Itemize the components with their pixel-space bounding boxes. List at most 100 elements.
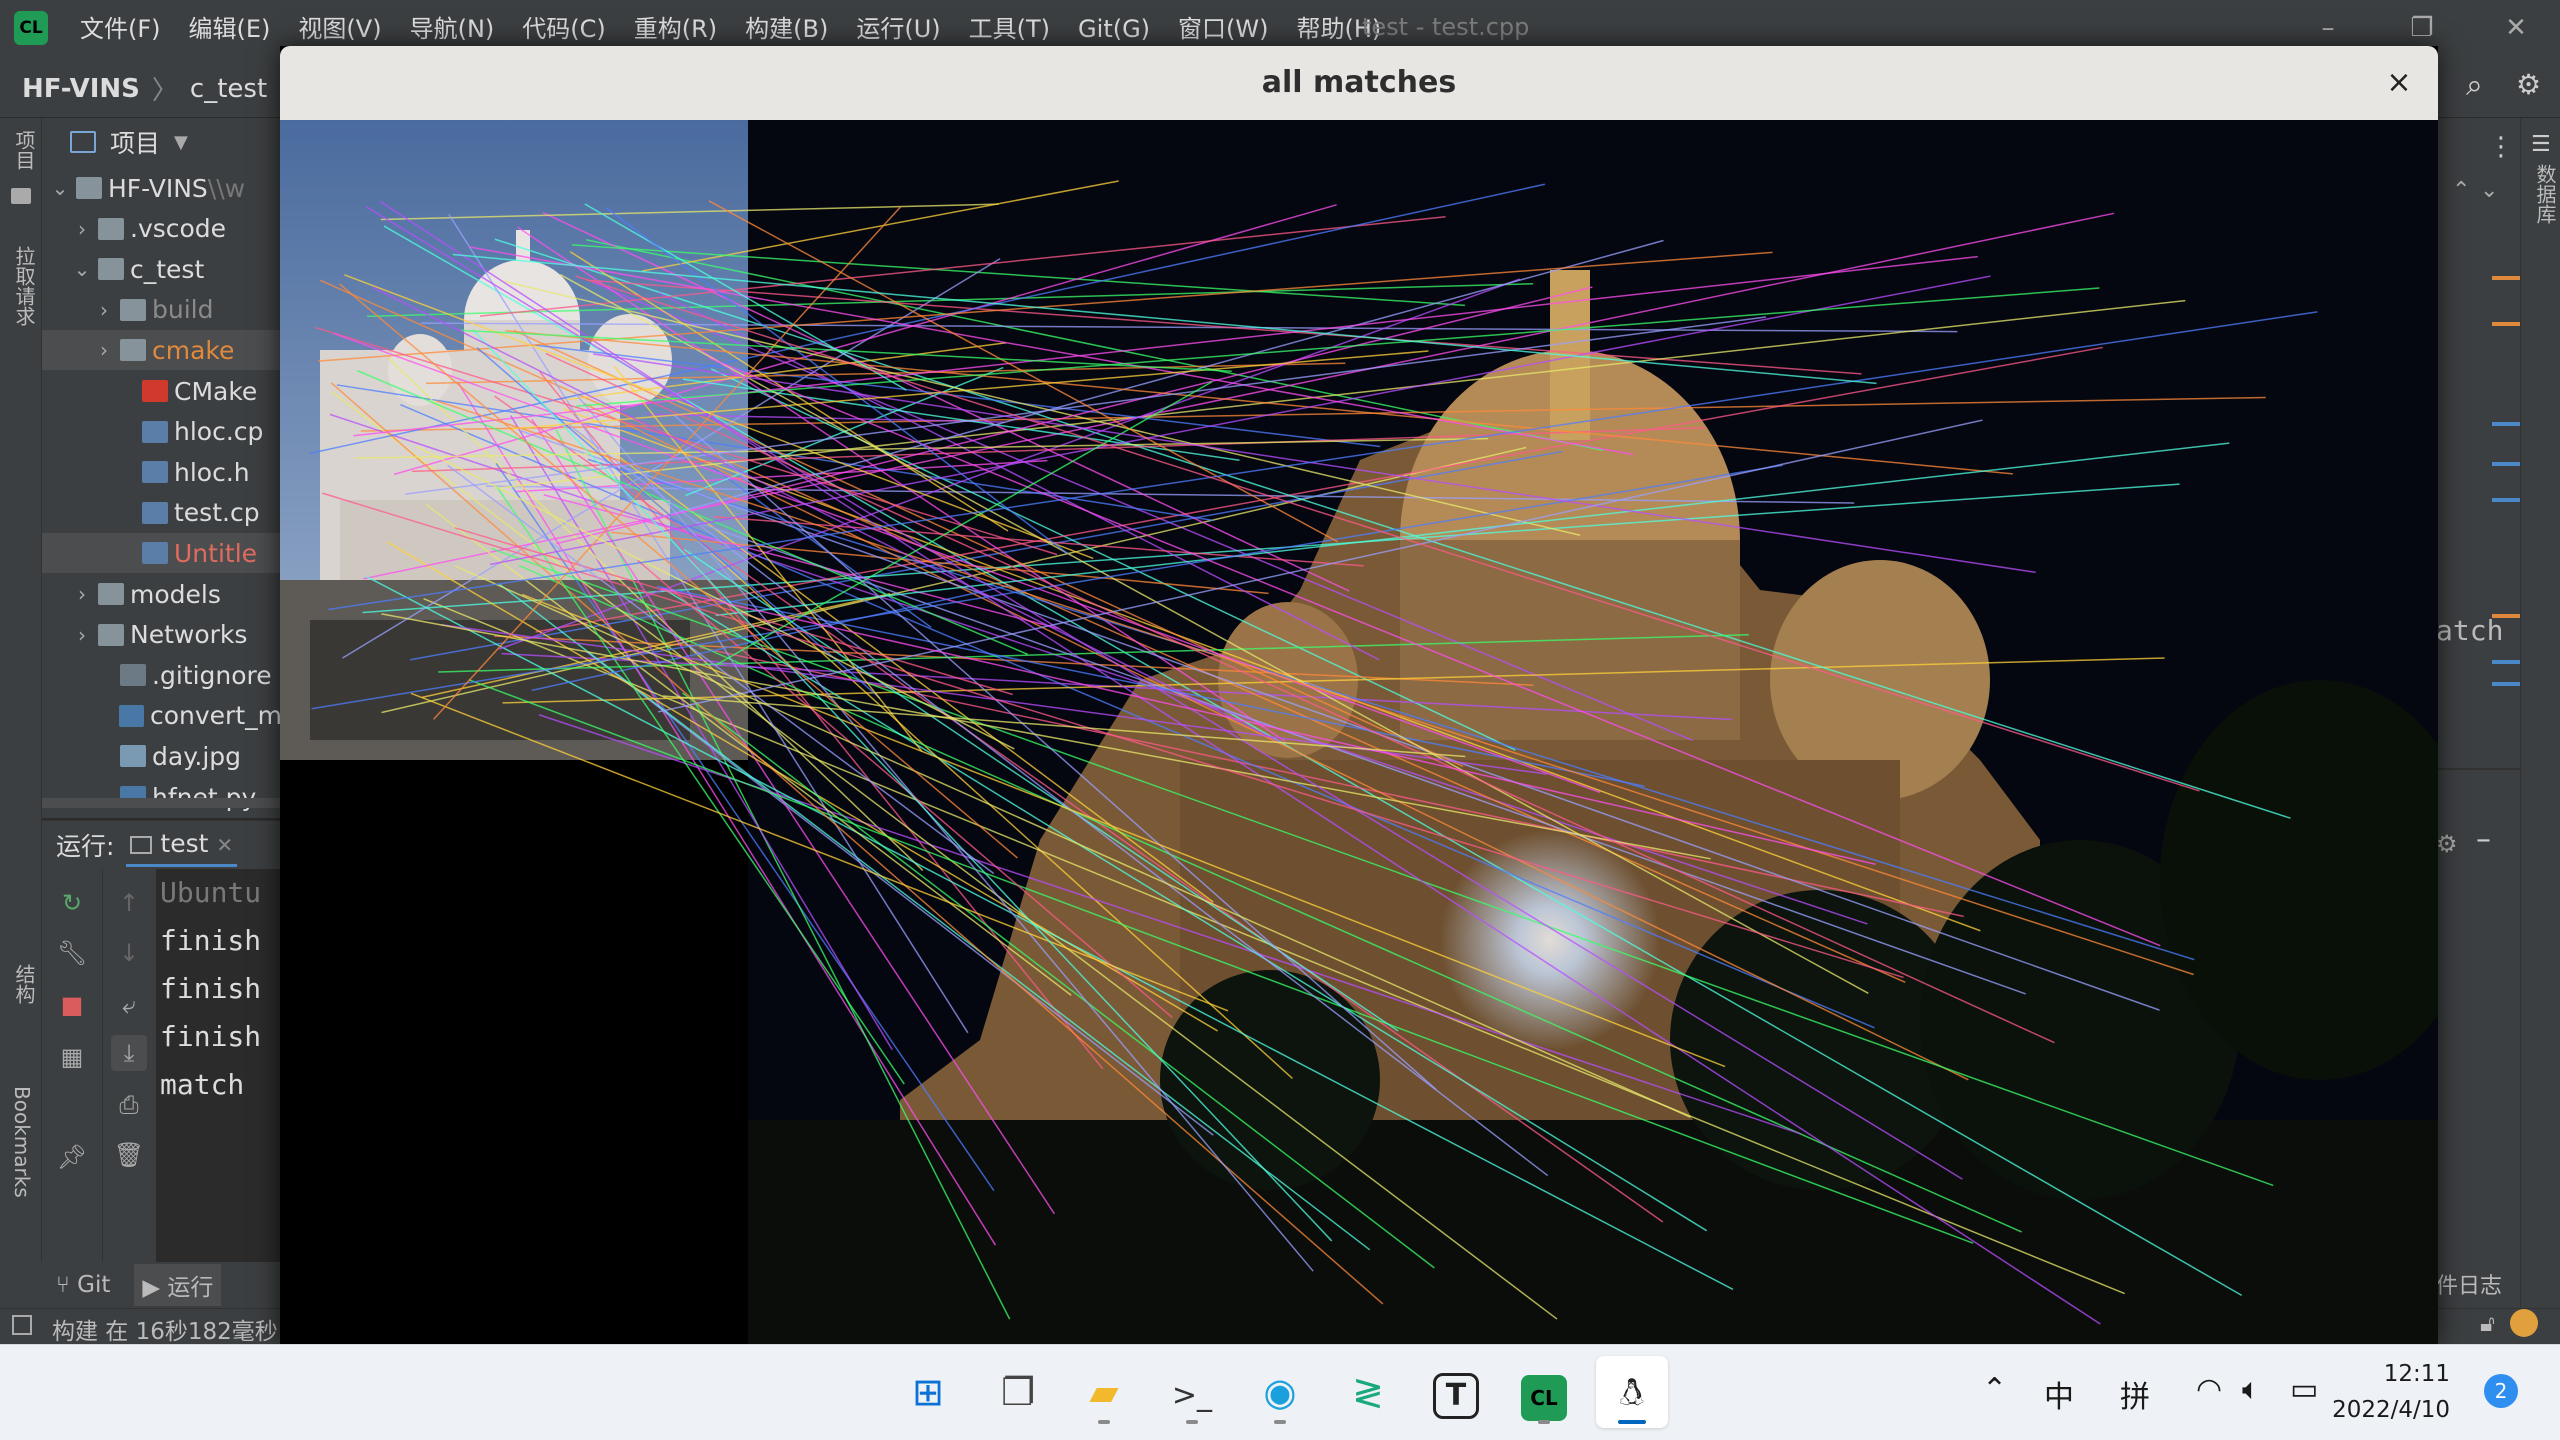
task-view-icon[interactable]: ❐ — [982, 1356, 1054, 1428]
terminal-icon[interactable]: >_ — [1156, 1356, 1228, 1428]
chevron-right-icon[interactable]: › — [94, 298, 114, 322]
chevron-right-icon[interactable]: › — [72, 623, 92, 647]
error-stripe-mark[interactable] — [2492, 498, 2520, 502]
project-panel-header[interactable]: 项目 ▼ — [42, 118, 282, 166]
tree-item[interactable]: Untitle — [42, 533, 282, 574]
more-options-icon[interactable]: ⋮ — [2488, 132, 2514, 162]
tool-bookmarks[interactable]: Bookmarks — [10, 1086, 34, 1198]
ime-mode-label[interactable]: 中 — [2044, 1372, 2074, 1416]
chevron-right-icon[interactable]: › — [72, 582, 92, 606]
notification-badge[interactable]: 2 — [2484, 1374, 2518, 1408]
chevron-right-icon[interactable]: › — [94, 338, 114, 362]
tool-pull-requests[interactable]: 拉取请求 — [10, 246, 39, 326]
arrow-up-icon[interactable]: ↑ — [111, 885, 147, 921]
menu-tools[interactable]: 工具(T) — [957, 12, 1062, 46]
clion-logo-icon[interactable]: CL — [14, 11, 48, 45]
wsl-linux-icon[interactable]: 🐧︎ — [1596, 1356, 1668, 1428]
menu-run[interactable]: 运行(U) — [844, 12, 952, 46]
menu-build[interactable]: 构建(B) — [733, 12, 840, 46]
tool-database[interactable]: 数据库 — [2531, 164, 2560, 224]
menu-edit[interactable]: 编辑(E) — [177, 12, 283, 46]
close-tab-icon[interactable]: ✕ — [216, 833, 233, 857]
clock[interactable]: 12:11 2022/4/10 — [2330, 1356, 2450, 1428]
wrench-icon[interactable]: 🔧︎ — [54, 935, 90, 971]
chevron-down-icon[interactable]: ⌄ — [50, 176, 70, 200]
chevron-down-icon[interactable]: ▼ — [174, 132, 188, 153]
scroll-to-end-icon[interactable]: ⤓ — [111, 1035, 147, 1071]
menu-refactor[interactable]: 重构(R) — [622, 12, 729, 46]
gear-icon[interactable]: ⚙ — [2516, 68, 2541, 101]
stop-icon[interactable]: ■ — [54, 987, 90, 1023]
tree-item[interactable]: › models — [42, 574, 282, 614]
ime-pinyin-label[interactable]: 拼 — [2120, 1372, 2150, 1416]
file-explorer-icon[interactable]: ▰ — [1068, 1356, 1140, 1428]
tree-item[interactable]: .gitignore — [42, 655, 282, 695]
dialog-title[interactable]: all matches — [280, 46, 2438, 120]
typora-icon[interactable]: T — [1420, 1356, 1492, 1428]
lock-icon[interactable]: 🔓︎ — [2480, 1311, 2495, 1337]
error-stripe-mark[interactable] — [2492, 660, 2520, 664]
arrow-down-icon[interactable]: ↓ — [111, 935, 147, 971]
chevron-up-icon[interactable]: ⌃ — [2452, 178, 2470, 203]
tool-project[interactable]: 项目 — [10, 130, 39, 170]
edge-icon[interactable]: ◉ — [1244, 1356, 1316, 1428]
tree-item[interactable]: convert_m — [42, 696, 282, 736]
wifi-icon[interactable]: ◠ — [2196, 1372, 2222, 1407]
tree-item[interactable]: › cmake — [42, 330, 282, 371]
tab-run[interactable]: ▶ 运行 — [134, 1264, 222, 1306]
dialog-close-button[interactable]: × — [2378, 62, 2420, 104]
tree-item[interactable]: test.cp — [42, 493, 282, 533]
tree-item[interactable]: › Networks — [42, 615, 282, 655]
volume-icon[interactable]: 🔈︎ — [2242, 1372, 2260, 1407]
tab-git[interactable]: ⑂ Git — [56, 1272, 110, 1298]
trash-icon[interactable]: 🗑︎ — [111, 1137, 147, 1173]
start-icon[interactable]: ⊞ — [892, 1356, 964, 1428]
chevron-up-icon[interactable]: ⌃ — [1982, 1372, 2007, 1407]
run-tab-test[interactable]: test ✕ — [126, 823, 238, 867]
menu-navigate[interactable]: 导航(N) — [398, 12, 507, 46]
tree-item[interactable]: hloc.h — [42, 452, 282, 492]
error-stripe-mark[interactable] — [2492, 276, 2520, 280]
print-icon[interactable]: ⎙ — [111, 1087, 147, 1123]
tree-item[interactable]: › .vscode — [42, 209, 282, 249]
menu-code[interactable]: 代码(C) — [510, 12, 617, 46]
chevron-down-icon[interactable]: ⌄ — [2480, 178, 2498, 203]
rerun-icon[interactable]: ↻ — [54, 885, 90, 921]
tool-structure[interactable]: 结构 — [10, 964, 39, 1004]
search-icon[interactable]: ⌕ — [2466, 68, 2483, 103]
clion-icon[interactable]: CL — [1508, 1356, 1580, 1428]
chevron-right-icon[interactable]: › — [72, 217, 92, 241]
tree-item[interactable]: ⌄ HF-VINS \\w — [42, 168, 282, 208]
soft-wrap-icon[interactable]: ⤶ — [111, 987, 147, 1023]
notification-icon[interactable] — [2510, 1309, 2538, 1337]
toggle-panels-icon[interactable] — [12, 1315, 32, 1335]
restore-icon[interactable]: ❐ — [2396, 10, 2448, 46]
error-stripe-mark[interactable] — [2492, 462, 2520, 466]
pin-icon[interactable]: 📌︎ — [54, 1139, 90, 1175]
error-stripe-mark[interactable] — [2492, 614, 2520, 618]
event-log-label[interactable]: 件日志 — [2436, 1268, 2502, 1300]
tree-item[interactable]: hloc.cp — [42, 412, 282, 452]
tree-item[interactable]: ⌄ c_test — [42, 249, 282, 289]
vscode-icon[interactable]: ≷ — [1332, 1356, 1404, 1428]
error-stripe-mark[interactable] — [2492, 322, 2520, 326]
close-window-icon[interactable]: ✕ — [2490, 10, 2542, 46]
menu-view[interactable]: 视图(V) — [286, 12, 393, 46]
tree-item[interactable]: hfnet.py — [42, 777, 282, 817]
tree-item[interactable]: day.jpg — [42, 736, 282, 776]
tree-item[interactable]: CMake — [42, 371, 282, 411]
chevron-down-icon[interactable]: ⌄ — [72, 257, 92, 281]
breadcrumb-project[interactable]: HF-VINS — [22, 74, 140, 104]
horizontal-scrollbar[interactable] — [42, 798, 282, 808]
database-icon[interactable]: ☰ — [2531, 132, 2551, 157]
console-output[interactable]: Ubuntu finish finish finish match — [160, 869, 282, 1289]
error-stripe-mark[interactable] — [2492, 422, 2520, 426]
tree-item[interactable]: › build — [42, 290, 282, 330]
gear-icon[interactable]: ⚙ — [2436, 830, 2458, 858]
menu-git[interactable]: Git(G) — [1066, 12, 1162, 46]
build-status-text[interactable]: 构建 在 16秒182毫秒 — [52, 1312, 278, 1346]
image-window-dialog[interactable]: all matches × — [280, 46, 2438, 1346]
menu-window[interactable]: 窗口(W) — [1166, 12, 1280, 46]
minimize-icon[interactable]: – — [2302, 10, 2354, 46]
breadcrumb-folder[interactable]: c_test — [190, 74, 267, 104]
